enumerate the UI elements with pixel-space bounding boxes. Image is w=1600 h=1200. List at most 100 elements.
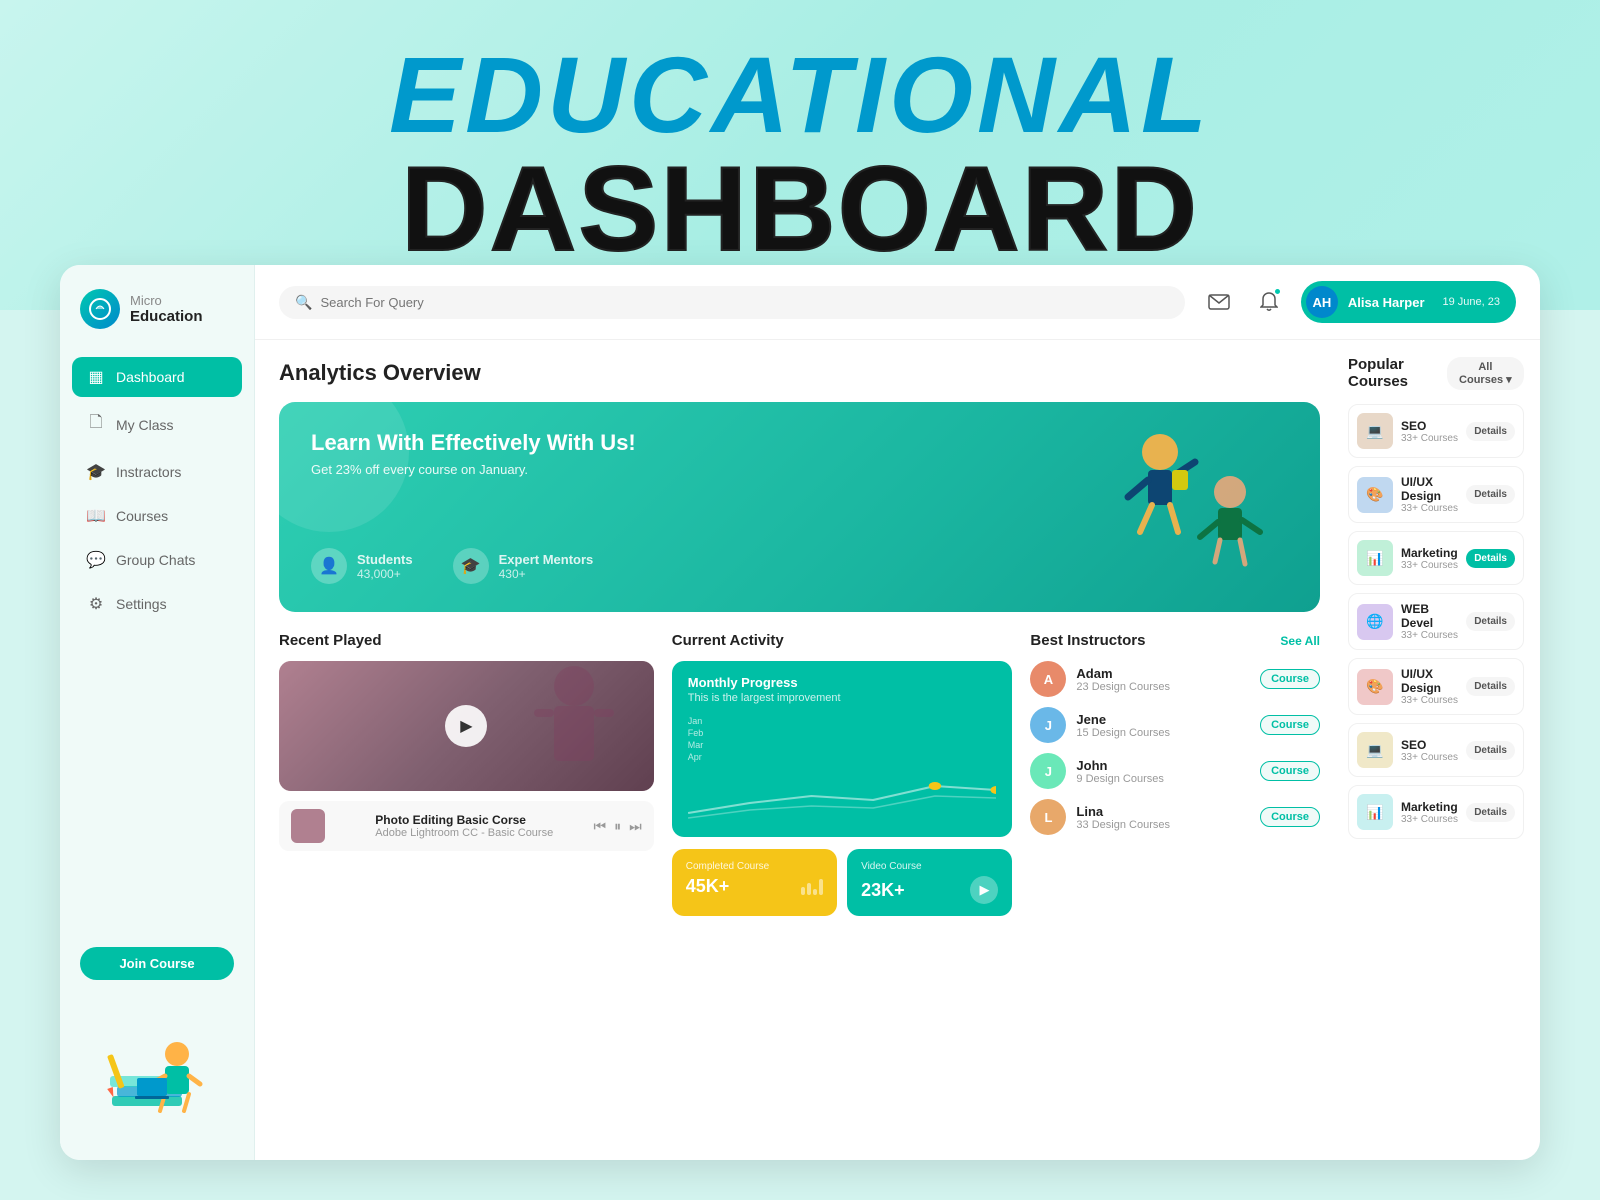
completed-courses-stat: Completed Course 45K+	[672, 849, 837, 916]
course-thumb-webdev: 🌐	[1357, 604, 1393, 640]
search-icon: 🔍	[295, 294, 312, 311]
instructor-item-2: J John 9 Design Courses Course	[1030, 753, 1320, 789]
instructors-icon: 🎓	[86, 462, 106, 482]
details-button-2[interactable]: Details	[1466, 549, 1515, 568]
user-date: 19 June, 23	[1443, 296, 1501, 308]
analytics-title: Analytics Overview	[279, 360, 1320, 386]
sidebar-item-group-chats[interactable]: 💬 Group Chats	[72, 540, 242, 580]
sidebar-item-label: Courses	[116, 508, 168, 524]
sidebar-item-dashboard[interactable]: ▦ Dashboard	[72, 357, 242, 397]
video-info-row: Photo Editing Basic Corse Adobe Lightroo…	[279, 801, 654, 851]
next-button[interactable]: ⏭	[629, 818, 642, 835]
user-profile[interactable]: AH Alisa Harper 19 June, 23	[1301, 281, 1516, 323]
sidebar-item-courses[interactable]: 📖 Courses	[72, 496, 242, 536]
course-name: UI/UX Design	[1401, 475, 1458, 503]
user-avatar: AH	[1306, 286, 1338, 318]
join-course-button[interactable]: Join Course	[80, 947, 234, 980]
mentors-info: Expert Mentors 430+	[499, 552, 594, 581]
course-info-uiux: UI/UX Design 33+ Courses	[1401, 475, 1458, 514]
sidebar-item-label: My Class	[116, 417, 174, 433]
chart-label-jan: Jan	[688, 716, 997, 726]
instructor-item-0: A Adam 23 Design Courses Course	[1030, 661, 1320, 697]
see-all-button[interactable]: See All	[1280, 634, 1320, 648]
details-button-1[interactable]: Details	[1466, 485, 1515, 504]
prev-button[interactable]: ⏮	[594, 818, 607, 835]
course-card-4: 🎨 UI/UX Design 33+ Courses Details	[1348, 658, 1524, 715]
course-count: 33+ Courses	[1401, 695, 1458, 706]
course-name: Marketing	[1401, 800, 1458, 814]
sidebar-item-instructors[interactable]: 🎓 Instractors	[72, 452, 242, 492]
chart-area	[688, 768, 997, 823]
pause-button[interactable]: ⏸	[614, 818, 621, 835]
recent-played-section: Recent Played ▶	[279, 632, 654, 916]
video-controls[interactable]: ⏮ ⏸ ⏭	[594, 818, 642, 835]
bar1	[801, 887, 805, 895]
instructors-title: Best Instructors	[1030, 632, 1145, 649]
course-info-webdev: WEB Devel 33+ Courses	[1401, 602, 1458, 641]
instructor-avatar-john: J	[1030, 753, 1066, 789]
course-info-seo2: SEO 33+ Courses	[1401, 738, 1458, 763]
dashboard-container: Micro Education ▦ Dashboard 🗋 My Class 🎓…	[60, 265, 1540, 1160]
sidebar-item-settings[interactable]: ⚙ Settings	[72, 584, 242, 624]
course-count: 33+ Courses	[1401, 630, 1458, 641]
course-name: Marketing	[1401, 546, 1458, 560]
dashboard-icon: ▦	[86, 367, 106, 387]
bar3	[813, 889, 817, 895]
details-button-0[interactable]: Details	[1466, 422, 1515, 441]
current-activity-section: Current Activity Monthly Progress This i…	[672, 632, 1013, 916]
instructor-info-jene: Jene 15 Design Courses	[1076, 712, 1250, 739]
mail-button[interactable]	[1201, 284, 1237, 320]
course-badge-lina[interactable]: Course	[1260, 807, 1320, 827]
logo-area: Micro Education	[60, 289, 254, 357]
course-badge-adam[interactable]: Course	[1260, 669, 1320, 689]
hero-banner: Learn With Effectively With Us! Get 23% …	[279, 402, 1320, 612]
course-badge-john[interactable]: Course	[1260, 761, 1320, 781]
course-info-marketing: Marketing 33+ Courses	[1401, 546, 1458, 571]
bottom-row: Recent Played ▶	[279, 632, 1320, 916]
body-area: Analytics Overview Learn With Effectivel…	[255, 340, 1540, 1160]
chart-label-apr: Apr	[688, 752, 997, 762]
top-icons: AH Alisa Harper 19 June, 23	[1201, 281, 1516, 323]
video-label: Video Course	[861, 861, 998, 872]
banner-line1: EDUCATIONAL	[389, 41, 1211, 149]
instructors-header: Best Instructors See All	[1030, 632, 1320, 649]
course-info-seo: SEO 33+ Courses	[1401, 419, 1458, 444]
course-badge-jene[interactable]: Course	[1260, 715, 1320, 735]
all-courses-button[interactable]: All Courses ▾	[1447, 357, 1524, 390]
instructor-avatar-lina: L	[1030, 799, 1066, 835]
activity-title: Current Activity	[672, 632, 1013, 649]
course-info-uiux2: UI/UX Design 33+ Courses	[1401, 667, 1458, 706]
instructor-avatar-adam: A	[1030, 661, 1066, 697]
course-count: 33+ Courses	[1401, 433, 1458, 444]
sidebar-item-my-class[interactable]: 🗋 My Class	[72, 401, 242, 448]
details-button-3[interactable]: Details	[1466, 612, 1515, 631]
details-button-5[interactable]: Details	[1466, 741, 1515, 760]
activity-card-subtitle: This is the largest improvement	[688, 692, 997, 704]
chart-label-feb: Feb	[688, 728, 997, 738]
details-button-4[interactable]: Details	[1466, 677, 1515, 696]
search-input[interactable]	[320, 295, 1168, 310]
top-bar: 🔍 AH	[255, 265, 1540, 340]
logo-text: Micro Education	[130, 293, 203, 325]
mentors-icon: 🎓	[453, 548, 489, 584]
course-thumb-seo: 💻	[1357, 413, 1393, 449]
search-box[interactable]: 🔍	[279, 286, 1185, 319]
banner-title: EDUCATIONAL DASHBOARD	[389, 41, 1211, 269]
instructor-avatar-jene: J	[1030, 707, 1066, 743]
details-button-6[interactable]: Details	[1466, 803, 1515, 822]
video-thumbnail[interactable]: ▶	[279, 661, 654, 791]
popular-header: Popular Courses All Courses ▾	[1348, 356, 1524, 390]
video-thumb-small	[291, 809, 325, 843]
completed-icon-row: 45K+	[686, 876, 823, 897]
notifications-button[interactable]	[1251, 284, 1287, 320]
course-card-0: 💻 SEO 33+ Courses Details	[1348, 404, 1524, 458]
instructor-info-adam: Adam 23 Design Courses	[1076, 666, 1250, 693]
user-name: Alisa Harper	[1348, 295, 1425, 310]
course-count: 33+ Courses	[1401, 752, 1458, 763]
instructor-name: Lina	[1076, 804, 1250, 819]
main-content: 🔍 AH	[255, 265, 1540, 1160]
course-thumb-uiux2: 🎨	[1357, 669, 1393, 705]
sidebar-item-label: Instractors	[116, 464, 181, 480]
recent-played-title: Recent Played	[279, 632, 654, 649]
course-card-2: 📊 Marketing 33+ Courses Details	[1348, 531, 1524, 585]
